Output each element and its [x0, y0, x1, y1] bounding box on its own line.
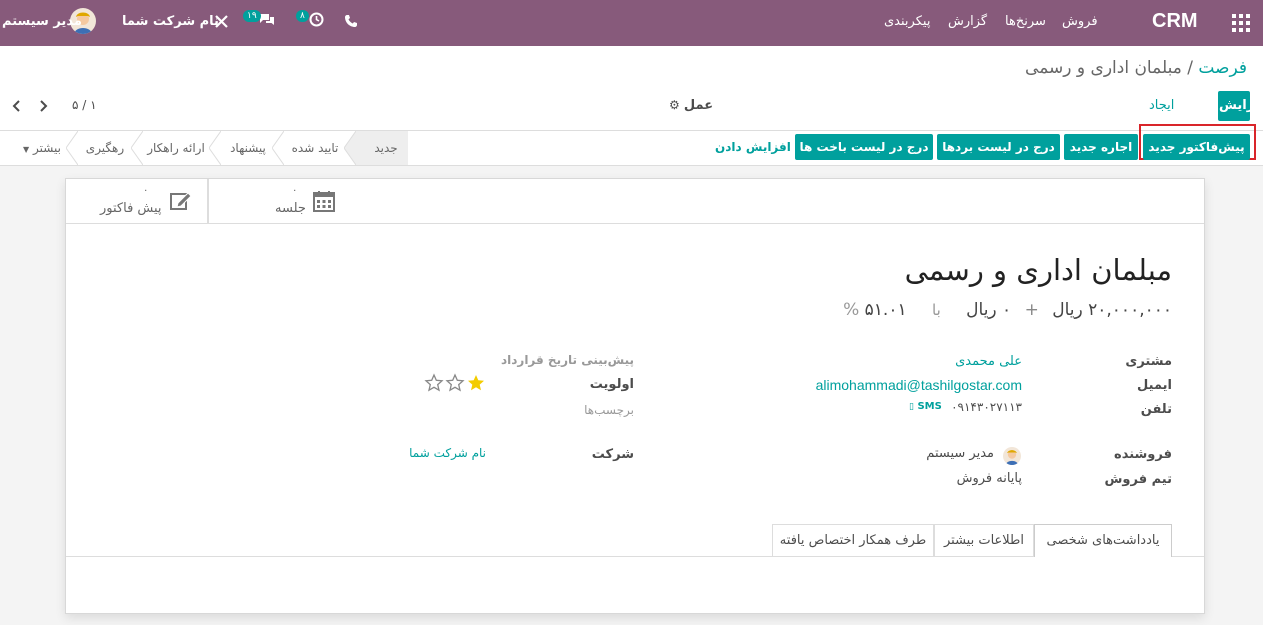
tab-internal-notes[interactable]: یادداشت‌های شخصی — [1034, 524, 1172, 557]
menu-leads[interactable]: سرنخ‌ها — [1005, 14, 1046, 29]
priority-star-icon — [445, 373, 465, 392]
stage-tracking-label: رهگیری — [85, 141, 125, 155]
salesperson-field[interactable]: مدیر سیستم — [926, 446, 994, 461]
phone-label: تلفن — [1140, 402, 1172, 417]
form-sheet: ۰ جلسه ۰ پیش فاکتور مبلمان اداری و رسمی … — [65, 178, 1205, 614]
revenue-currency: ریال — [1052, 300, 1083, 320]
messages-icon[interactable] — [258, 12, 276, 27]
percent-sign: % — [843, 300, 860, 320]
customer-field[interactable]: علی محمدی — [955, 354, 1022, 369]
activity-clock-icon[interactable] — [309, 12, 324, 27]
smart-button-box: ۰ جلسه ۰ پیش فاکتور — [66, 179, 1204, 224]
salesperson-label: فروشنده — [1114, 447, 1172, 462]
top-navbar: CRM فروش سرنخ‌ها گزارش پیکربندی ۸ ۱۹ نام… — [0, 0, 1263, 46]
customer-label: مشتری — [1125, 354, 1172, 369]
mark-won-button[interactable]: درج در لیست بردها — [937, 134, 1060, 160]
meeting-smart-button[interactable]: ۰ جلسه — [208, 179, 352, 223]
form-statusbar: پیش‌فاکتور جدید اجاره جدید درج در لیست ب… — [0, 124, 1263, 166]
apps-menu-icon[interactable] — [1232, 14, 1250, 32]
recurring-currency: ریال — [966, 300, 997, 320]
stage-separator — [131, 131, 143, 165]
company-switcher[interactable]: نام شرکت شما — [122, 14, 219, 29]
probability[interactable]: ۵۱.۰۱ — [865, 300, 907, 320]
stage-separator — [209, 131, 221, 165]
create-button[interactable]: ایجاد — [1149, 98, 1174, 113]
action-menu-label: عمل — [683, 98, 714, 113]
new-rental-button[interactable]: اجاره جدید — [1064, 134, 1138, 160]
stage-new-label: جدید — [374, 141, 398, 155]
priority-label: اولویت — [589, 377, 634, 392]
caret-down-icon: ▼ — [23, 145, 30, 154]
stage-more-label: بیشتر — [33, 141, 61, 155]
meeting-count: ۰ — [292, 185, 298, 196]
calendar-icon — [313, 191, 335, 212]
priority-star-icon — [424, 373, 444, 392]
sales-team-field[interactable]: پایانه فروش — [957, 471, 1022, 486]
priority-star-icon — [468, 375, 484, 391]
app-name[interactable]: CRM — [1152, 10, 1198, 33]
menu-reporting[interactable]: گزارش — [948, 14, 987, 29]
breadcrumb-separator: / — [1187, 58, 1193, 78]
quotation-count: ۰ — [143, 185, 149, 196]
stage-qualified-label: تایید شده — [291, 141, 339, 155]
deadline-label: پیش‌بینی تاریخ قرارداد — [500, 353, 634, 367]
sms-button[interactable]: ▯ SMS — [909, 401, 942, 412]
phone-icon[interactable] — [344, 14, 358, 28]
edit-button[interactable]: ویرایش — [1218, 91, 1263, 121]
meeting-label: جلسه — [275, 201, 306, 216]
stage-solution[interactable]: ارائه راهکار — [143, 131, 209, 165]
company-field[interactable]: نام شرکت شما — [409, 446, 486, 460]
quotation-smart-button[interactable]: ۰ پیش فاکتور — [66, 179, 208, 223]
priority-stars[interactable] — [424, 373, 488, 393]
stage-tracking[interactable]: رهگیری — [79, 131, 131, 165]
enrich-button[interactable]: افزایش دادن — [715, 140, 791, 154]
action-menu[interactable]: ⚙ عمل — [669, 98, 713, 113]
breadcrumb-current: مبلمان اداری و رسمی — [1025, 58, 1182, 78]
pager-next-icon[interactable] — [38, 99, 48, 113]
expected-revenue[interactable]: ۲۰,۰۰۰,۰۰۰ — [1088, 300, 1172, 320]
sms-label: SMS — [917, 401, 942, 412]
recurring-revenue[interactable]: ۰ — [1002, 300, 1011, 320]
pager-value: ۵ / ۱ — [72, 98, 97, 112]
activity-count-badge: ۸ — [296, 10, 309, 22]
email-label: ایمیل — [1137, 378, 1172, 393]
messages-count-badge: ۱۹ — [243, 10, 261, 22]
email-field[interactable]: alimohammadi@tashilgostar.com — [816, 377, 1022, 393]
tab-assigned-partner[interactable]: طرف همکار اختصاص یافته — [772, 524, 934, 556]
breadcrumb: فرصت / مبلمان اداری و رسمی — [1025, 58, 1247, 78]
edit-icon — [170, 192, 192, 210]
stage-new[interactable]: جدید — [356, 131, 408, 165]
sales-team-label: تیم فروش — [1104, 472, 1172, 487]
tags-label: برچسب‌ها — [584, 403, 634, 417]
quotation-label: پیش فاکتور — [100, 201, 162, 216]
pager-previous-icon[interactable] — [12, 99, 22, 113]
salesperson-avatar — [1003, 447, 1021, 465]
menu-sales[interactable]: فروش — [1062, 14, 1098, 29]
with-label: با — [932, 301, 941, 319]
revenue-line: ۲۰,۰۰۰,۰۰۰ ریال + ۰ ریال با ۵۱.۰۱ % — [843, 300, 1172, 320]
priority-widget[interactable] — [424, 373, 488, 393]
mark-lost-button[interactable]: درج در لیست باخت ها — [795, 134, 933, 160]
phone-field[interactable]: ۰۹۱۴۳۰۲۷۱۱۳ — [951, 400, 1022, 414]
user-menu[interactable]: مدیر سیستم — [2, 14, 82, 29]
control-panel: فرصت / مبلمان اداری و رسمی ویرایش ایجاد … — [0, 46, 1263, 131]
stage-solution-label: ارائه راهکار — [147, 141, 205, 155]
stage-proposition-label: پیشنهاد — [230, 141, 266, 155]
menu-configuration[interactable]: پیکربندی — [884, 14, 930, 29]
stage-proposition[interactable]: پیشنهاد — [222, 131, 274, 165]
stage-qualified[interactable]: تایید شده — [285, 131, 345, 165]
new-quotation-button[interactable]: پیش‌فاکتور جدید — [1143, 134, 1250, 160]
company-label: شرکت — [591, 447, 634, 462]
gear-icon: ⚙ — [669, 98, 680, 112]
opportunity-title[interactable]: مبلمان اداری و رسمی — [905, 253, 1172, 287]
stage-more-dropdown[interactable]: ▼ بیشتر — [16, 131, 68, 165]
breadcrumb-parent[interactable]: فرصت — [1198, 58, 1247, 78]
mobile-icon: ▯ — [909, 402, 914, 412]
stage-separator — [344, 131, 356, 165]
tab-extra-info[interactable]: اطلاعات بیشتر — [934, 524, 1034, 556]
plus-sign: + — [1024, 300, 1039, 320]
